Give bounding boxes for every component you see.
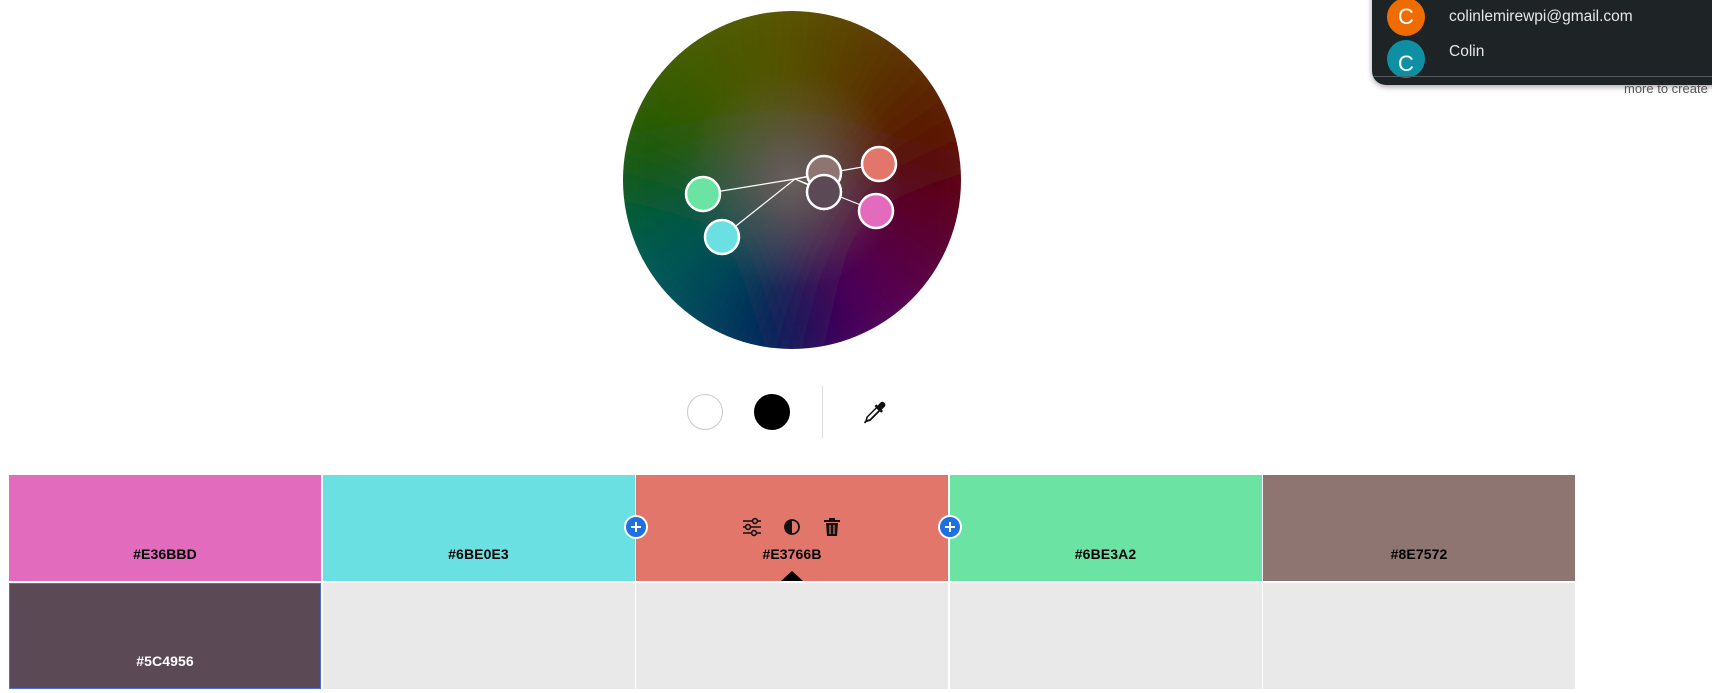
swatch-hex-label: #5C4956	[136, 652, 194, 669]
account-name: Colin	[1449, 43, 1485, 60]
palette-swatch[interactable]: #6BE0E3	[322, 475, 635, 581]
swatch-hex-label: #6BE3A2	[1074, 546, 1137, 562]
account-item-colin[interactable]: C Colin	[1387, 40, 1484, 78]
add-color-button[interactable]	[624, 515, 648, 539]
plus-icon	[944, 522, 955, 532]
black-swatch-button[interactable]	[754, 394, 790, 430]
handle-cyan[interactable]	[703, 218, 741, 256]
eyedropper-button[interactable]	[860, 398, 890, 428]
handle-red[interactable]	[860, 145, 898, 183]
avatar: C	[1387, 40, 1425, 78]
avatar-initial: C	[1398, 4, 1414, 29]
swatch-hex-label: #6BE0E3	[448, 546, 509, 562]
divider	[1372, 76, 1712, 77]
sliders-icon[interactable]	[740, 515, 764, 539]
avatar: C	[1387, 0, 1425, 36]
palette-swatch[interactable]: #5C4956	[9, 582, 321, 689]
palette-swatch[interactable]: #6BE3A2	[949, 475, 1262, 581]
selected-caret	[781, 571, 803, 581]
swatch-hex-label: #E36BBD	[133, 546, 197, 562]
palette-swatch[interactable]: #8E7572	[1263, 475, 1575, 581]
empty-palette-slot[interactable]	[636, 582, 948, 689]
empty-palette-slot[interactable]	[949, 582, 1262, 689]
avatar-initial: C	[1398, 51, 1414, 76]
swatch-tools	[636, 515, 948, 539]
helper-text: more to create b	[1624, 81, 1712, 96]
handle-dark[interactable]	[805, 173, 843, 211]
eyedropper-icon	[863, 401, 886, 424]
empty-palette-slot[interactable]	[1263, 582, 1575, 689]
add-color-button[interactable]	[937, 515, 962, 539]
plus-icon	[631, 522, 641, 532]
trash-icon[interactable]	[820, 515, 844, 539]
handle-green[interactable]	[684, 175, 722, 213]
account-item-email[interactable]: C colinlemirewpi@gmail.com	[1387, 0, 1633, 36]
handle-pink[interactable]	[857, 192, 895, 230]
palette-swatch[interactable]: #E36BBD	[9, 475, 321, 581]
white-swatch-button[interactable]	[687, 394, 723, 430]
contrast-icon[interactable]	[780, 515, 804, 539]
swatch-hex-label: #8E7572	[1390, 546, 1448, 562]
swatch-hex-label: #E3766B	[762, 546, 822, 562]
empty-palette-slot[interactable]	[322, 582, 635, 689]
palette-swatch[interactable]: #E3766B	[636, 475, 948, 581]
account-switcher-menu: C colinlemirewpi@gmail.com C Colin	[1372, 0, 1712, 85]
divider	[822, 386, 823, 438]
account-email: colinlemirewpi@gmail.com	[1449, 8, 1633, 25]
